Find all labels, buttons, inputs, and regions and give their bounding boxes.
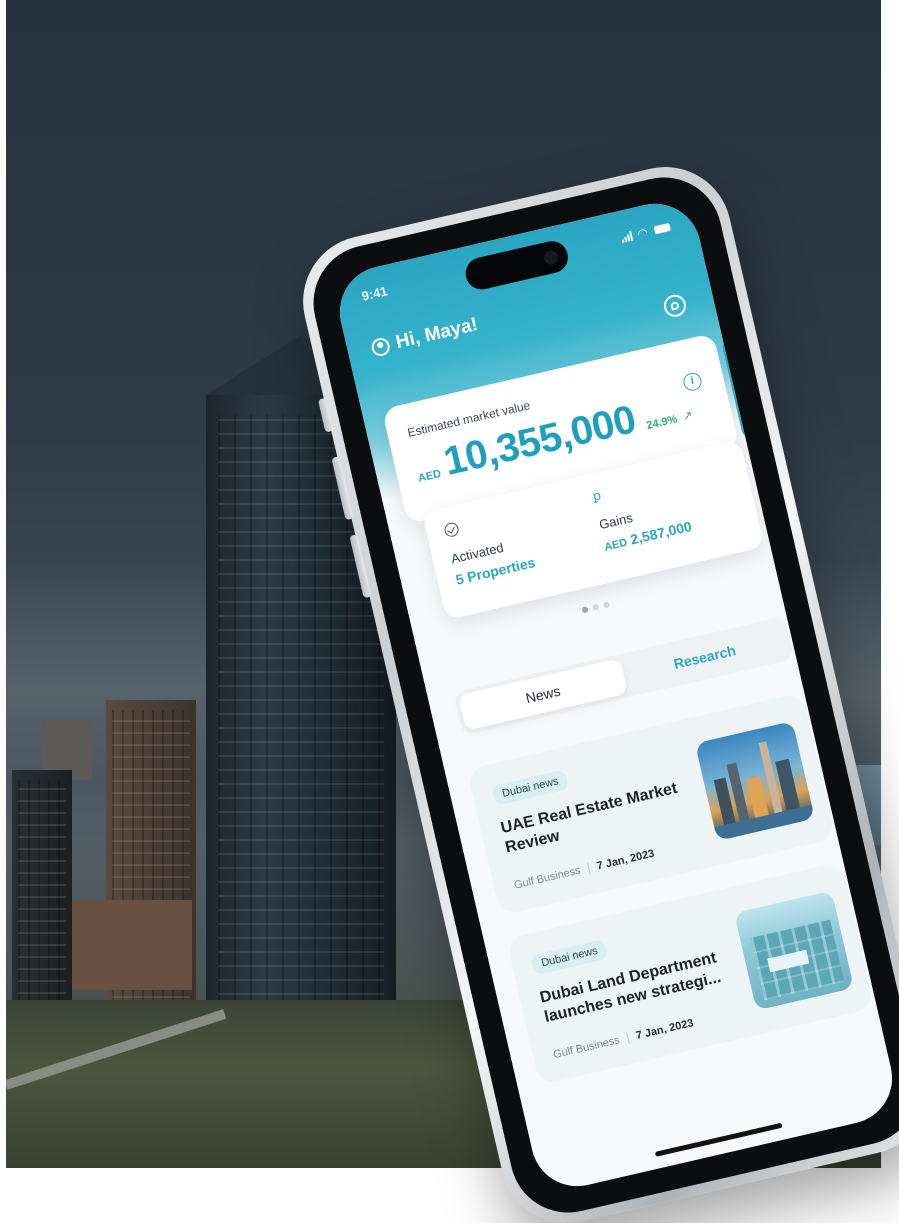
- carousel-dots: [581, 601, 611, 614]
- building: [72, 900, 192, 990]
- home-indicator[interactable]: [654, 1122, 783, 1157]
- carousel-dot[interactable]: [592, 603, 600, 611]
- value-change: 24.9%: [645, 413, 679, 433]
- news-date: 7 Jan, 2023: [595, 847, 656, 873]
- trend-up-icon: ↗: [681, 407, 695, 424]
- stat-activated: Activated 5 Properties: [443, 506, 537, 588]
- profile-icon[interactable]: [369, 336, 392, 358]
- news-source: Gulf Business: [512, 864, 582, 892]
- tab-research[interactable]: Research: [620, 621, 790, 693]
- news-thumbnail: [694, 720, 815, 841]
- news-meta: Gulf Business 7 Jan, 2023: [552, 1017, 695, 1061]
- news-meta: Gulf Business 7 Jan, 2023: [513, 848, 656, 892]
- news-thumbnail: [734, 890, 855, 1011]
- carousel-dot[interactable]: [602, 601, 611, 609]
- gains-currency: AED: [603, 536, 629, 554]
- signal-icon: [620, 230, 633, 244]
- news-tag: Dubai news: [530, 938, 609, 976]
- tab-news[interactable]: News: [458, 658, 628, 731]
- camera-icon: [542, 249, 560, 266]
- news-source: Gulf Business: [552, 1034, 621, 1062]
- check-circle-icon: [443, 521, 461, 539]
- battery-icon: [653, 222, 671, 235]
- currency-label: AED: [416, 467, 443, 485]
- news-date: 7 Jan, 2023: [634, 1017, 695, 1043]
- carousel-dot[interactable]: [581, 606, 589, 614]
- news-tag: Dubai news: [491, 769, 570, 806]
- marketing-mockup: 9:41 ◠ Hi, Maya! Estimated market value …: [0, 0, 899, 1223]
- wifi-icon: ◠: [635, 224, 651, 242]
- stat-gains: ꝑ Gains AED2,587,000: [591, 470, 693, 553]
- sprout-icon: ꝑ: [591, 487, 603, 504]
